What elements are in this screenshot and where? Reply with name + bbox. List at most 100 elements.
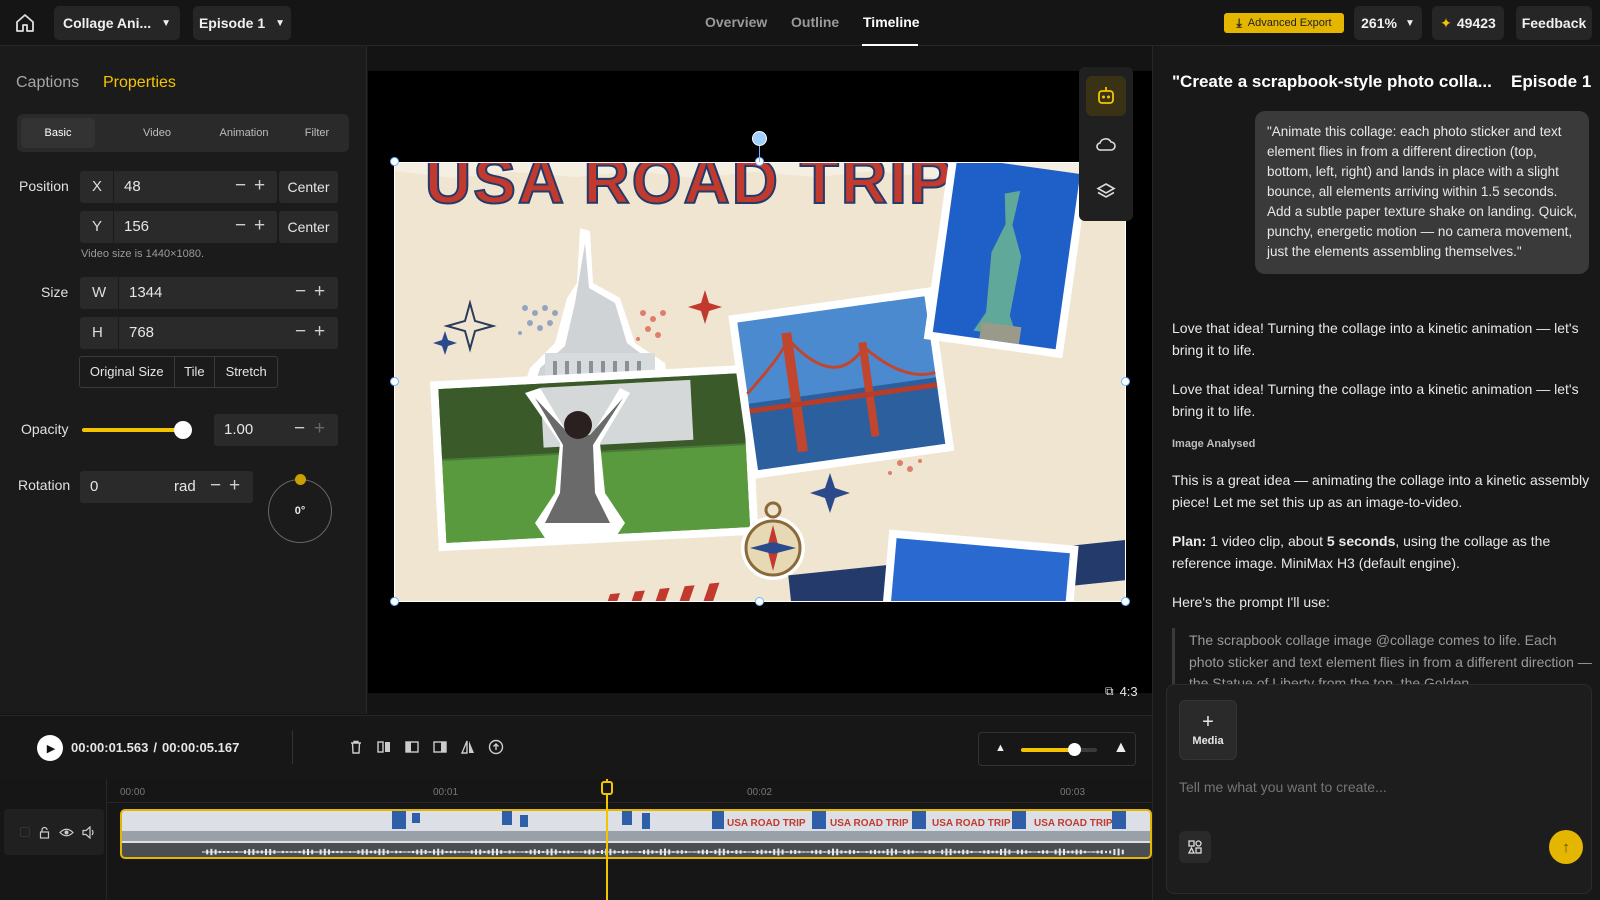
- trash-icon[interactable]: [348, 739, 364, 755]
- rotation-field[interactable]: 0 rad − +: [80, 471, 253, 503]
- timeline-zoom-thumb[interactable]: [1068, 743, 1082, 756]
- zoom-in-icon[interactable]: ▲: [1113, 739, 1129, 757]
- cloud-button[interactable]: [1086, 124, 1126, 164]
- stretch-button[interactable]: Stretch: [215, 357, 277, 387]
- opacity-slider[interactable]: [82, 421, 192, 439]
- opacity-input[interactable]: 1.00: [224, 414, 253, 446]
- credits-badge[interactable]: ✦ 49423: [1432, 6, 1504, 40]
- width-decrement-button[interactable]: −: [295, 277, 306, 309]
- rotation-increment-button[interactable]: +: [229, 471, 240, 503]
- size-w-field[interactable]: W 1344 − +: [80, 277, 338, 309]
- tab-captions[interactable]: Captions: [16, 74, 79, 92]
- resize-handle-ml[interactable]: [390, 377, 399, 386]
- waveform-bar: [613, 850, 616, 854]
- tile-button[interactable]: Tile: [175, 357, 216, 387]
- playhead[interactable]: [606, 779, 608, 900]
- mirror-icon[interactable]: [460, 739, 476, 755]
- add-media-button[interactable]: + Media: [1179, 700, 1237, 760]
- center-x-button[interactable]: Center: [279, 171, 338, 203]
- waveform-bar: [928, 850, 931, 854]
- robot-icon: [1098, 87, 1114, 104]
- tab-properties[interactable]: Properties: [103, 74, 176, 92]
- aspect-ratio-indicator[interactable]: ⧉ 4:3: [1105, 684, 1138, 699]
- y-increment-button[interactable]: +: [254, 211, 265, 243]
- episode-selector[interactable]: Episode 1 ▼: [193, 6, 291, 40]
- rotate-handle[interactable]: [752, 131, 767, 146]
- zoom-out-icon[interactable]: ▲: [995, 742, 1006, 754]
- position-x-field[interactable]: X 48 − +: [80, 171, 277, 203]
- chevron-down-icon: ▼: [161, 17, 172, 29]
- timeline-zoom-slider[interactable]: [1021, 743, 1097, 756]
- rotation-dial[interactable]: 0°: [268, 474, 332, 543]
- play-button[interactable]: ▶: [37, 735, 63, 761]
- trim-right-icon[interactable]: [432, 739, 448, 755]
- height-decrement-button[interactable]: −: [295, 317, 306, 349]
- speaker-icon[interactable]: [82, 825, 97, 839]
- track-color-icon: [20, 827, 30, 837]
- x-increment-button[interactable]: +: [254, 171, 265, 203]
- project-selector[interactable]: Collage Ani... ▼: [54, 6, 180, 40]
- trim-left-icon[interactable]: [404, 739, 420, 755]
- nav-overview[interactable]: Overview: [705, 14, 767, 30]
- sparkle-icon: ✦: [1440, 14, 1452, 31]
- rotation-decrement-button[interactable]: −: [210, 471, 221, 503]
- position-y-field[interactable]: Y 156 − +: [80, 211, 277, 243]
- upload-icon[interactable]: [488, 739, 504, 755]
- send-button[interactable]: ↑: [1549, 830, 1583, 864]
- timeline[interactable]: 00:00 00:01 00:02 00:03 USA ROAD TRIP US…: [0, 779, 1152, 900]
- layers-button[interactable]: [1086, 171, 1126, 211]
- opacity-increment-button[interactable]: +: [314, 414, 325, 446]
- width-increment-button[interactable]: +: [314, 277, 325, 309]
- advanced-export-button[interactable]: ⤓ Advanced Export: [1224, 13, 1344, 33]
- height-increment-button[interactable]: +: [314, 317, 325, 349]
- nav-outline[interactable]: Outline: [791, 14, 839, 30]
- opacity-decrement-button[interactable]: −: [294, 414, 305, 446]
- aspect-ratio-icon: ⧉: [1105, 684, 1114, 698]
- chevron-down-icon: ▼: [1404, 17, 1415, 29]
- ai-assistant-button[interactable]: [1086, 76, 1126, 116]
- size-h-field[interactable]: H 768 − +: [80, 317, 338, 349]
- chat-input[interactable]: [1179, 773, 1569, 801]
- waveform-bar: [916, 851, 918, 853]
- rotation-input[interactable]: 0: [90, 471, 98, 503]
- nav-timeline[interactable]: Timeline: [863, 14, 920, 30]
- y-decrement-button[interactable]: −: [235, 211, 246, 243]
- position-x-input[interactable]: 48: [124, 171, 141, 203]
- resize-handle-br[interactable]: [1121, 597, 1130, 606]
- rotation-dial-knob[interactable]: [295, 474, 306, 485]
- subtab-basic[interactable]: Basic: [21, 118, 95, 148]
- x-decrement-button[interactable]: −: [235, 171, 246, 203]
- lock-icon[interactable]: [38, 826, 51, 839]
- resize-handle-tl[interactable]: [390, 157, 399, 166]
- playhead-handle[interactable]: [601, 781, 613, 795]
- split-icon[interactable]: [376, 739, 392, 755]
- feedback-button[interactable]: Feedback: [1516, 6, 1592, 40]
- resize-handle-mr[interactable]: [1121, 377, 1130, 386]
- original-size-button[interactable]: Original Size: [80, 357, 175, 387]
- properties-panel: Captions Properties Basic Video Animatio…: [0, 46, 367, 714]
- waveform-bar: [202, 851, 204, 853]
- waveform-bar: [210, 848, 213, 856]
- height-input[interactable]: 768: [129, 317, 154, 349]
- waveform-bar: [391, 851, 393, 853]
- timeline-ruler: 00:00 00:01 00:02 00:03: [107, 779, 1152, 803]
- position-y-input[interactable]: 156: [124, 211, 149, 243]
- waveform-bar: [718, 848, 721, 856]
- resize-handle-bl[interactable]: [390, 597, 399, 606]
- resize-handle-bc[interactable]: [755, 597, 764, 606]
- opacity-field[interactable]: 1.00 − +: [214, 414, 338, 446]
- center-y-button[interactable]: Center: [279, 211, 338, 243]
- subtab-filter[interactable]: Filter: [287, 114, 347, 152]
- zoom-selector[interactable]: 261% ▼: [1354, 6, 1422, 40]
- opacity-slider-thumb[interactable]: [174, 421, 192, 439]
- tools-button[interactable]: [1179, 831, 1211, 863]
- width-input[interactable]: 1344: [129, 277, 162, 309]
- video-clip[interactable]: USA ROAD TRIP USA ROAD TRIP USA ROAD TRI…: [120, 809, 1152, 859]
- arrow-up-icon: ↑: [1562, 838, 1570, 856]
- waveform-bar: [319, 849, 322, 855]
- home-icon[interactable]: [14, 12, 36, 34]
- subtab-video[interactable]: Video: [120, 114, 194, 152]
- subtab-animation[interactable]: Animation: [204, 114, 284, 152]
- collage-image[interactable]: USA ROAD TRIP: [394, 162, 1126, 602]
- eye-icon[interactable]: [59, 826, 74, 839]
